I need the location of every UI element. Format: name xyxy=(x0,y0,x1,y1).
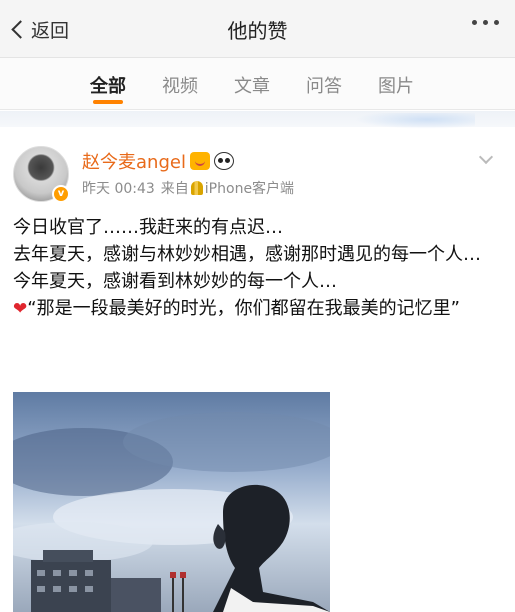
tab-bar: 全部 视频 文章 问答 图片 xyxy=(0,58,515,110)
post-photo xyxy=(13,392,330,612)
post-line: 今年夏天，感谢看到林妙妙的每一个人… xyxy=(13,271,337,292)
more-dots-icon xyxy=(494,20,499,25)
panda-icon xyxy=(213,152,234,170)
more-dots-icon xyxy=(483,20,488,25)
post-meta: 昨天 00:43 来自 iPhone客户端 xyxy=(82,178,294,198)
more-dots-icon xyxy=(472,20,477,25)
username[interactable]: 赵今麦angel xyxy=(82,148,186,174)
tab-qa[interactable]: 问答 xyxy=(306,72,342,98)
page-title: 他的赞 xyxy=(227,19,288,43)
tab-article[interactable]: 文章 xyxy=(234,72,270,98)
vip-face-icon xyxy=(189,152,210,170)
post-time: 昨天 00:43 xyxy=(82,181,155,197)
post-author-row: 赵今麦angel xyxy=(82,148,234,174)
source-device: iPhone客户端 xyxy=(204,181,295,197)
post-quote: “那是一段最美好的时光，你们都留在我最美的记忆里” xyxy=(27,298,460,319)
post-image[interactable] xyxy=(13,392,330,612)
active-tab-indicator xyxy=(93,100,123,104)
post-source: 来自 iPhone客户端 xyxy=(161,178,294,198)
chevron-down-icon[interactable] xyxy=(478,149,494,165)
post-line: 今日收官了……我赶来的有点迟… xyxy=(13,217,283,238)
tab-images[interactable]: 图片 xyxy=(378,72,414,98)
tab-all[interactable]: 全部 xyxy=(90,72,126,98)
post-body: 今日收官了……我赶来的有点迟… 去年夏天，感谢与林妙妙相遇，感谢那时遇见的每一个… xyxy=(13,214,505,323)
tab-video[interactable]: 视频 xyxy=(162,72,198,98)
heart-icon: ❤ xyxy=(13,299,28,319)
divider-decoration xyxy=(355,113,475,129)
source-prefix: 来自 xyxy=(160,181,189,197)
verified-badge-icon: v xyxy=(52,185,70,203)
wheat-icon xyxy=(190,181,203,195)
more-options-button[interactable] xyxy=(472,20,499,25)
top-navigation-bar: 返回 他的赞 xyxy=(0,0,515,58)
post-quote-line: ❤“那是一段最美好的时光，你们都留在我最美的记忆里” xyxy=(13,295,505,323)
post-line: 去年夏天，感谢与林妙妙相遇，感谢那时遇见的每一个人… xyxy=(13,244,481,265)
